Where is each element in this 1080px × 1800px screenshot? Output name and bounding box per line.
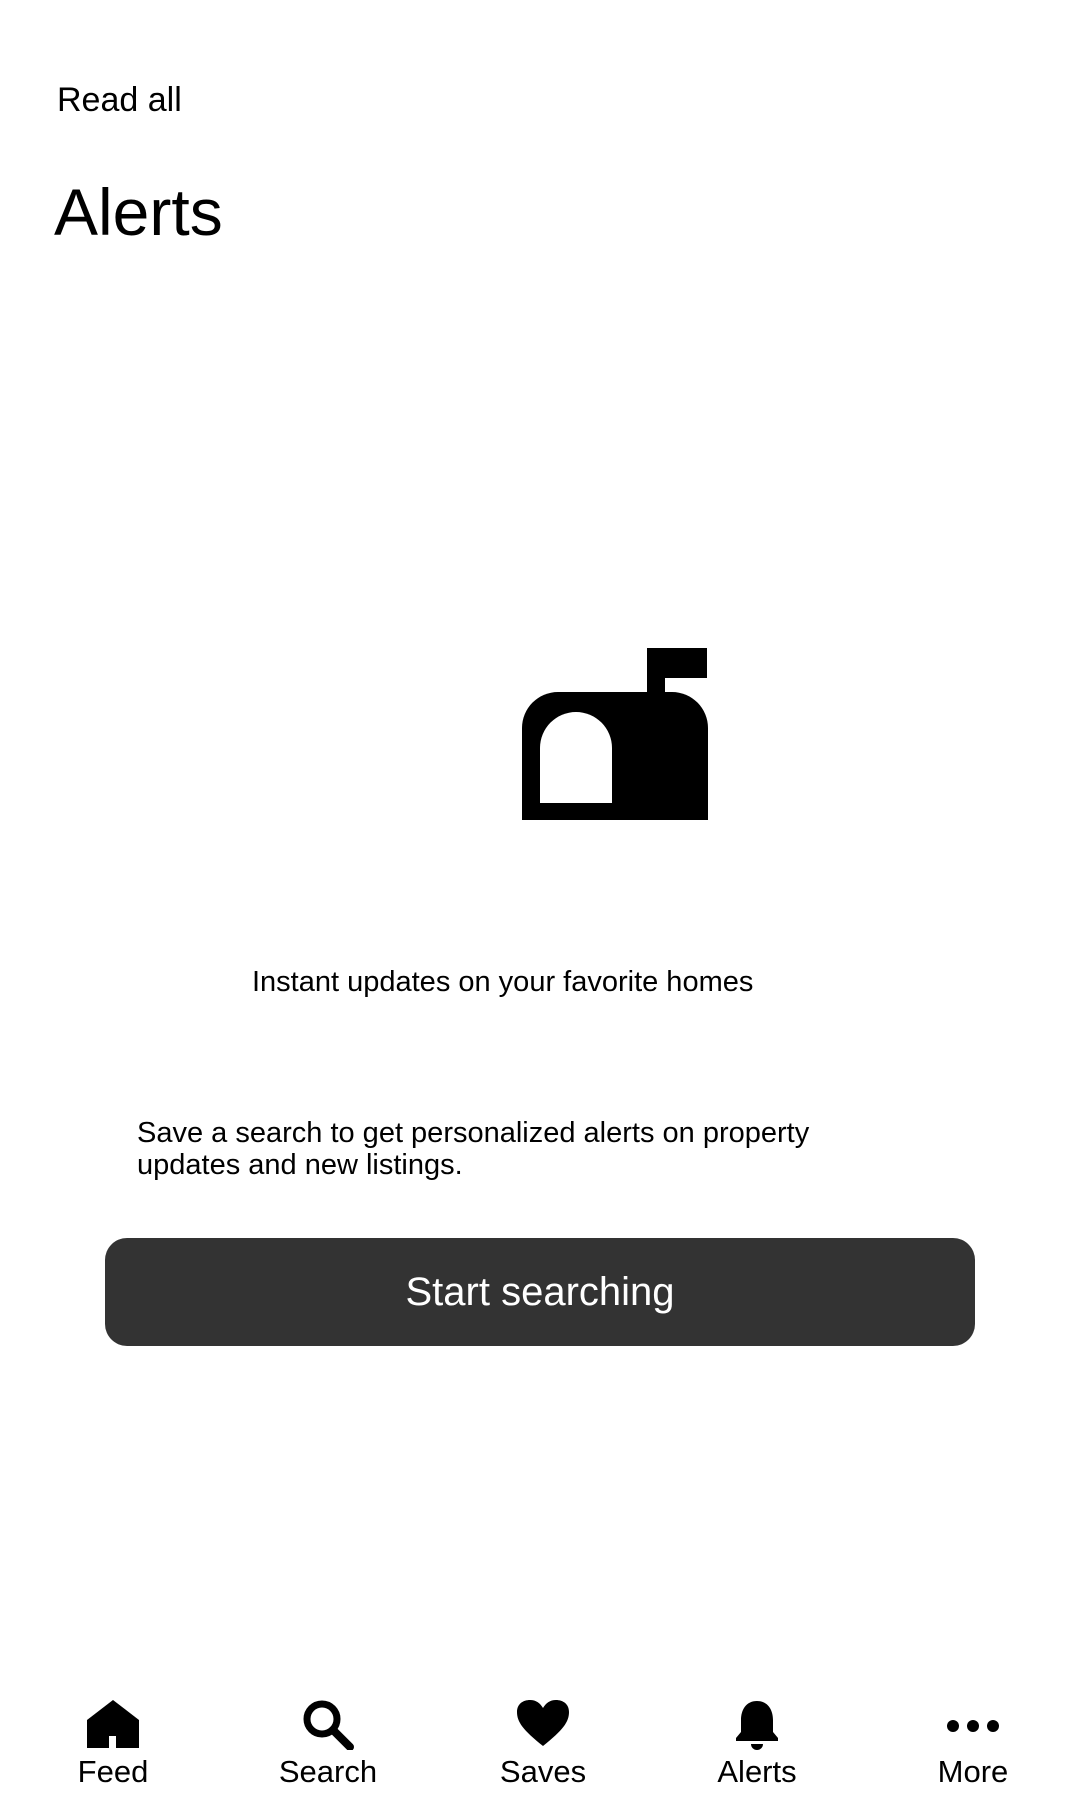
mailbox-icon [522, 648, 708, 820]
tab-alerts[interactable]: Alerts [657, 1690, 857, 1800]
tab-search[interactable]: Search [228, 1690, 428, 1800]
empty-state-headline: Instant updates on your favorite homes [252, 966, 754, 998]
alerts-screen: Read all Alerts Instant updates on your … [0, 0, 1080, 1800]
read-all-button[interactable]: Read all [57, 80, 182, 120]
empty-state-description: Save a search to get personalized alerts… [137, 1117, 810, 1181]
tab-more[interactable]: More [873, 1690, 1073, 1800]
page-title: Alerts [54, 175, 223, 249]
tab-search-label: Search [278, 1754, 378, 1789]
start-searching-label: Start searching [405, 1269, 675, 1314]
tab-saves-label: Saves [499, 1754, 587, 1789]
home-icon [87, 1700, 139, 1748]
bell-icon [736, 1701, 778, 1750]
heart-icon [517, 1700, 569, 1746]
more-icon [947, 1720, 999, 1732]
tab-more-label: More [937, 1754, 1009, 1789]
tab-feed[interactable]: Feed [13, 1690, 213, 1800]
tab-saves[interactable]: Saves [443, 1690, 643, 1800]
bottom-tab-bar: Feed Search Saves Alerts More [0, 1690, 1080, 1800]
start-searching-button[interactable]: Start searching [105, 1238, 975, 1346]
tab-feed-label: Feed [77, 1754, 149, 1789]
search-icon [303, 1700, 354, 1750]
tab-alerts-label: Alerts [717, 1754, 797, 1789]
